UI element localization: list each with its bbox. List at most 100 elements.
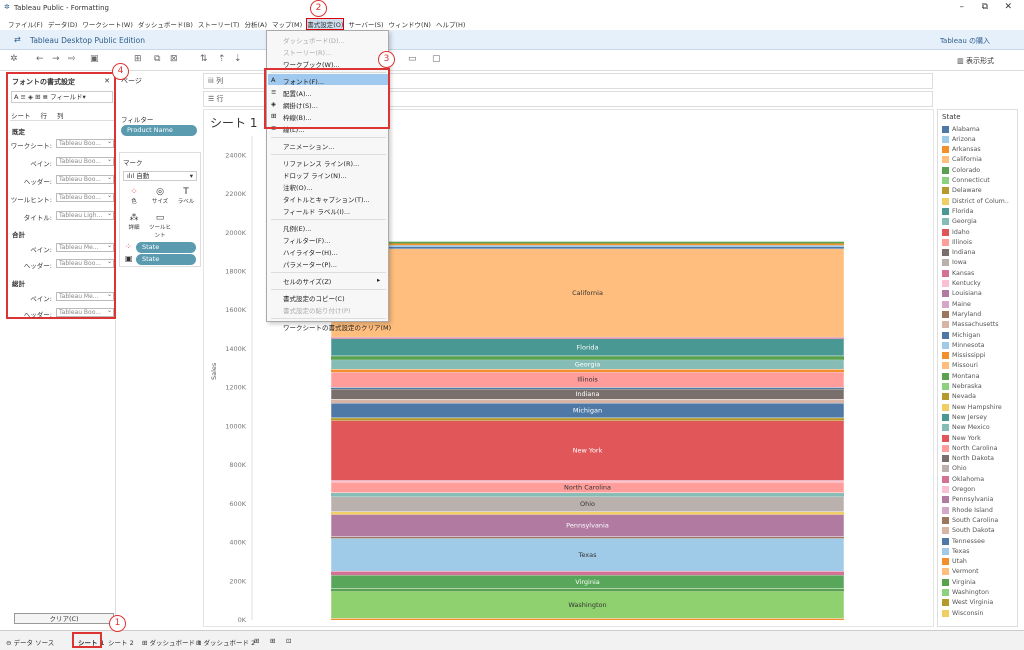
fit-icon[interactable]: ▭: [408, 54, 417, 64]
legend-item[interactable]: North Dakota: [942, 454, 994, 464]
font-dropdown[interactable]: Tableau Boo...: [56, 308, 114, 317]
sort-desc-icon[interactable]: ⇣: [234, 54, 242, 64]
legend-item[interactable]: Oklahoma: [942, 474, 984, 484]
new-sheet-icon[interactable]: ⊞: [134, 54, 142, 64]
legend-item[interactable]: Virginia: [942, 577, 976, 587]
buy-link[interactable]: Tableau の購入: [940, 36, 990, 46]
font-tab-icon[interactable]: A: [14, 93, 18, 101]
menu-0[interactable]: ファイル(F): [8, 19, 43, 29]
menu-8[interactable]: サーバー(S): [348, 19, 383, 29]
legend-item[interactable]: Michigan: [942, 330, 980, 340]
new-sheet-icon[interactable]: ⊞: [254, 637, 259, 645]
legend-item[interactable]: District of Colum..: [942, 196, 1009, 206]
tab-sheet-2[interactable]: シート 2: [108, 637, 134, 647]
legend-item[interactable]: Rhode Island: [942, 505, 993, 515]
font-dropdown[interactable]: Tableau Boo...: [56, 157, 114, 166]
menu-item-11[interactable]: 注釈(O)...: [283, 182, 312, 192]
legend-item[interactable]: North Carolina: [942, 443, 998, 453]
legend-item[interactable]: West Virginia: [942, 598, 993, 608]
forward-icon[interactable]: →: [52, 54, 60, 64]
clear-button[interactable]: クリア(C): [14, 613, 114, 624]
state-color-pill[interactable]: State: [136, 242, 196, 253]
show-me-button[interactable]: ▥ 表示形式: [957, 56, 994, 66]
bar-segment-minor[interactable]: [331, 417, 844, 421]
color-button[interactable]: ⁘ 色: [124, 187, 144, 205]
detail-button[interactable]: ⁂ 詳細: [124, 213, 144, 231]
legend-item[interactable]: Utah: [942, 557, 967, 567]
legend-item[interactable]: Nevada: [942, 392, 976, 402]
legend-item[interactable]: Georgia: [942, 217, 977, 227]
menu-5[interactable]: 分析(A): [244, 19, 267, 29]
redo-icon[interactable]: ⇨: [68, 54, 76, 64]
legend-item[interactable]: Arkansas: [942, 145, 981, 155]
menu-item-8[interactable]: アニメーション...: [283, 141, 334, 151]
tab-dashboard-2[interactable]: ⊞ ダッシュボード 2: [196, 637, 255, 647]
legend-item[interactable]: California: [942, 155, 982, 165]
menu-item-14[interactable]: 凡例(E)...: [283, 223, 311, 233]
bar-segment-minor[interactable]: [331, 571, 844, 576]
legend-item[interactable]: South Dakota: [942, 526, 995, 536]
legend-item[interactable]: Pennsylvania: [942, 495, 993, 505]
legend-item[interactable]: Idaho: [942, 227, 970, 237]
font-dropdown[interactable]: Tableau Ligh...: [56, 211, 114, 220]
menu-item-16[interactable]: ハイライター(H)...: [283, 247, 338, 257]
bar-segment-minor[interactable]: [331, 492, 844, 497]
legend-item[interactable]: Kansas: [942, 268, 974, 278]
tab-dashboard-1[interactable]: ⊞ ダッシュボード 1: [142, 637, 201, 647]
tooltip-button[interactable]: ▭ ツールヒント: [148, 213, 172, 239]
back-icon[interactable]: ←: [36, 54, 44, 64]
legend-item[interactable]: Louisiana: [942, 289, 982, 299]
legend-item[interactable]: Kentucky: [942, 279, 981, 289]
mark-type-dropdown[interactable]: ılıl 自動 ▾: [123, 171, 197, 181]
legend-item[interactable]: New Jersey: [942, 412, 987, 422]
close-pane-icon[interactable]: ✕: [104, 77, 110, 85]
menu-item-19[interactable]: 書式設定のコピー(C): [283, 293, 345, 303]
legend-item[interactable]: Montana: [942, 371, 979, 381]
legend-item[interactable]: Oregon: [942, 485, 975, 495]
bar-segment-minor[interactable]: [331, 246, 844, 249]
font-dropdown[interactable]: Tableau Boo...: [56, 175, 114, 184]
legend-item[interactable]: Delaware: [942, 186, 982, 196]
datasource-tab[interactable]: ⊖ データ ソース: [6, 637, 54, 647]
menu-1[interactable]: データ(D): [48, 19, 78, 29]
bar-segment-minor[interactable]: [331, 511, 844, 515]
sort-asc-icon[interactable]: ⇡: [218, 54, 226, 64]
font-dropdown[interactable]: Tableau Me...: [56, 243, 114, 252]
legend-item[interactable]: Arizona: [942, 134, 976, 144]
menu-item-15[interactable]: フィルター(F)...: [283, 235, 330, 245]
size-button[interactable]: ◎ サイズ: [150, 187, 170, 205]
menu-item-12[interactable]: タイトルとキャプション(T)...: [283, 194, 370, 204]
bar-segment-minor[interactable]: [331, 369, 844, 372]
bar-segment-minor[interactable]: [331, 243, 844, 246]
font-dropdown[interactable]: Tableau Boo...: [56, 139, 114, 148]
menu-item-10[interactable]: ドロップ ライン(N)...: [283, 170, 347, 180]
menu-10[interactable]: ヘルプ(H): [436, 19, 465, 29]
font-dropdown[interactable]: Tableau Boo...: [56, 259, 114, 268]
label-button[interactable]: T ラベル: [176, 187, 196, 205]
minimize-icon[interactable]: –: [960, 2, 965, 12]
close-icon[interactable]: ✕: [1004, 2, 1012, 12]
menu-item-13[interactable]: フィールド ラベル(I)...: [283, 206, 350, 216]
legend-item[interactable]: Missouri: [942, 361, 978, 371]
swap-icon[interactable]: ⇅: [200, 54, 208, 64]
menu-item-18[interactable]: セルのサイズ(Z): [283, 276, 331, 286]
menu-4[interactable]: ストーリー(T): [198, 19, 240, 29]
menu-2[interactable]: ワークシート(W): [82, 19, 133, 29]
legend-item[interactable]: Colorado: [942, 165, 980, 175]
legend-item[interactable]: Nebraska: [942, 382, 982, 392]
presentation-icon[interactable]: ▢: [432, 54, 441, 64]
menu-6[interactable]: マップ(M): [272, 19, 302, 29]
menu-9[interactable]: ウィンドウ(N): [389, 19, 431, 29]
legend-item[interactable]: Mississippi: [942, 351, 986, 361]
font-dropdown[interactable]: Tableau Boo...: [56, 193, 114, 202]
bar-segment-minor[interactable]: [331, 399, 844, 404]
legend-item[interactable]: Iowa: [942, 258, 967, 268]
new-story-icon[interactable]: ⊡: [286, 637, 291, 645]
legend-item[interactable]: Massachusetts: [942, 320, 999, 330]
tableau-icon[interactable]: ✲: [10, 54, 18, 64]
bar-segment-minor[interactable]: [331, 588, 844, 592]
legend-item[interactable]: Florida: [942, 206, 973, 216]
menu-7[interactable]: 書式設定(O): [306, 17, 345, 30]
state-label-pill[interactable]: State: [136, 254, 196, 265]
legend-item[interactable]: Minnesota: [942, 340, 985, 350]
